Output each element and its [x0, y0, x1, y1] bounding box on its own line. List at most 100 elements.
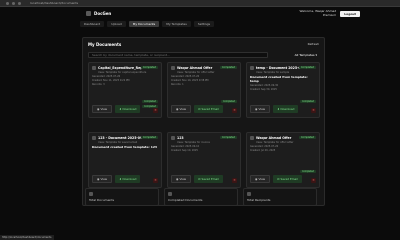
card-generated: Generated: 2025-07-26	[92, 75, 121, 78]
user-box: Welcome, Waqar Ahmad Premium Logout	[299, 9, 360, 17]
card-subtitle: Uses: Template for offer letter	[256, 141, 294, 144]
browser-bar: localhost/dashboard/documents	[0, 0, 400, 7]
download-button[interactable]: ⬇ Download	[115, 175, 141, 183]
download-icon: ⬇	[119, 177, 122, 181]
card-records: Records: 3	[92, 83, 105, 86]
stat-label: Completed Documents	[168, 198, 203, 202]
download-icon: ⬇	[119, 107, 122, 111]
eye-icon: ◉	[97, 107, 100, 111]
delete-icon[interactable]: ✕	[232, 178, 237, 183]
user-role: Premium	[322, 12, 337, 17]
document-card[interactable]: 123 Uses: Template for invoice Completed…	[167, 132, 241, 188]
view-label: View	[100, 177, 108, 181]
stat-total-recipients: Total Recipients	[243, 188, 317, 206]
card-created: Created: Sep 10, 2025	[171, 149, 198, 152]
card-description: Document created from template: temp	[250, 75, 308, 83]
mail-icon: ✉	[198, 177, 201, 181]
download-label: Download	[122, 177, 137, 181]
card-description: Document created from template: 123	[92, 145, 158, 149]
card-generated: Generated: 2025-09-30	[250, 84, 279, 87]
saved-email-label: Saved Email	[280, 177, 298, 181]
document-card[interactable]: Waqar Ahmad Offer Uses: Template for off…	[167, 62, 241, 118]
saved-email-button[interactable]: ✉ Saved Email	[273, 175, 302, 183]
mail-icon: ✉	[198, 107, 201, 111]
view-button[interactable]: ◉ View	[250, 105, 271, 113]
app-name: DocGen	[94, 11, 112, 16]
delete-icon[interactable]: ✕	[153, 178, 158, 183]
status-badge: Completed	[219, 136, 237, 139]
status-badge: Completed	[298, 66, 316, 69]
eye-icon: ◉	[97, 177, 100, 181]
tab-upload[interactable]: Upload	[107, 21, 126, 27]
window-dot-icon[interactable]	[12, 1, 15, 5]
refresh-button[interactable]: Refresh	[308, 42, 319, 46]
card-created: Created: Nov 11, 2025 9:22 PM	[92, 79, 130, 82]
delete-icon[interactable]: ✕	[311, 108, 316, 113]
delete-icon[interactable]: ✕	[153, 108, 158, 113]
card-created: Created: Nov 10, 2025 9:38 PM	[171, 79, 209, 82]
view-label: View	[100, 107, 108, 111]
delete-icon[interactable]: ✕	[311, 178, 316, 183]
welcome-text: Welcome, Waqar Ahmad Premium	[299, 9, 337, 17]
document-icon	[89, 192, 93, 196]
view-button[interactable]: ◉ View	[171, 105, 192, 113]
page-title: My Documents	[88, 42, 122, 47]
download-label: Download	[122, 107, 137, 111]
window-dot-icon[interactable]	[6, 1, 9, 5]
document-card[interactable]: Waqar Ahmad Offer Uses: Template for off…	[246, 132, 320, 188]
download-button[interactable]: ⬇ Download	[115, 105, 141, 113]
view-label: View	[258, 107, 266, 111]
brand[interactable]: DocGen	[86, 11, 111, 16]
tab-my-documents[interactable]: My Documents	[128, 21, 160, 27]
view-button[interactable]: ◉ View	[92, 175, 113, 183]
status-badge: Completed	[300, 100, 316, 103]
download-button[interactable]: ⬇ Download	[273, 105, 299, 113]
app-logo-icon	[86, 11, 91, 16]
card-generated: Generated: 2025-09-10	[171, 145, 200, 148]
mail-icon: ✉	[277, 177, 280, 181]
view-button[interactable]: ◉ View	[92, 105, 113, 113]
template-filter-select[interactable]: All Templates ▾	[295, 53, 317, 57]
document-card[interactable]: temp - Document 2025-09-3... Uses: Templ…	[246, 62, 320, 118]
eye-icon: ◉	[176, 177, 179, 181]
status-badge: Completed	[221, 100, 237, 103]
filter-label: All Templates	[294, 53, 315, 57]
nav-tabs: Dashboard Upload My Documents My Templat…	[0, 20, 400, 28]
view-label: View	[179, 107, 187, 111]
view-label: View	[179, 177, 187, 181]
view-button[interactable]: ◉ View	[171, 175, 192, 183]
stat-total-documents: Total Documents	[85, 188, 159, 206]
saved-email-label: Saved Email	[201, 177, 219, 181]
card-generated: Generated: 2025-07-26	[250, 145, 279, 148]
status-bar-url: http://localhost/dashboard/documents	[0, 235, 54, 240]
eye-icon: ◉	[176, 107, 179, 111]
saved-email-button[interactable]: ✉ Saved Email	[194, 175, 223, 183]
download-label: Download	[280, 107, 295, 111]
delete-icon[interactable]: ✕	[232, 108, 237, 113]
eye-icon: ◉	[255, 107, 258, 111]
saved-email-label: Saved Email	[201, 107, 219, 111]
window-dot-icon[interactable]	[18, 1, 21, 5]
card-subtitle: Uses: Template for invoice	[177, 141, 210, 144]
status-badge: Completed	[140, 136, 158, 139]
saved-email-button[interactable]: ✉ Saved Email	[194, 105, 223, 113]
users-icon	[247, 192, 251, 196]
tab-my-templates[interactable]: My Templates	[162, 21, 191, 27]
tab-dashboard[interactable]: Dashboard	[80, 21, 105, 27]
view-button[interactable]: ◉ View	[250, 175, 271, 183]
address-bar[interactable]: localhost/dashboard/documents	[30, 1, 78, 5]
stat-label: Total Recipients	[247, 198, 271, 202]
card-subtitle: Uses: Template for offer letter	[177, 71, 215, 74]
stat-completed-documents: Completed Documents	[164, 188, 238, 206]
document-card[interactable]: Capital_Expenditure_Repor... Uses: Templ…	[88, 62, 162, 118]
stat-label: Total Documents	[89, 198, 115, 202]
card-records: Records: 1	[171, 83, 184, 86]
card-subtitle: Uses: Template for saved email	[98, 141, 138, 144]
search-input[interactable]	[88, 52, 268, 58]
tab-settings[interactable]: Settings	[193, 21, 215, 27]
download-icon: ⬇	[277, 107, 280, 111]
card-generated: Generated: 2025-07-26	[171, 75, 200, 78]
document-card[interactable]: 123 - Document 2025-09-10 Uses: Template…	[88, 132, 162, 188]
check-icon	[168, 192, 172, 196]
logout-button[interactable]: Logout	[340, 10, 360, 17]
